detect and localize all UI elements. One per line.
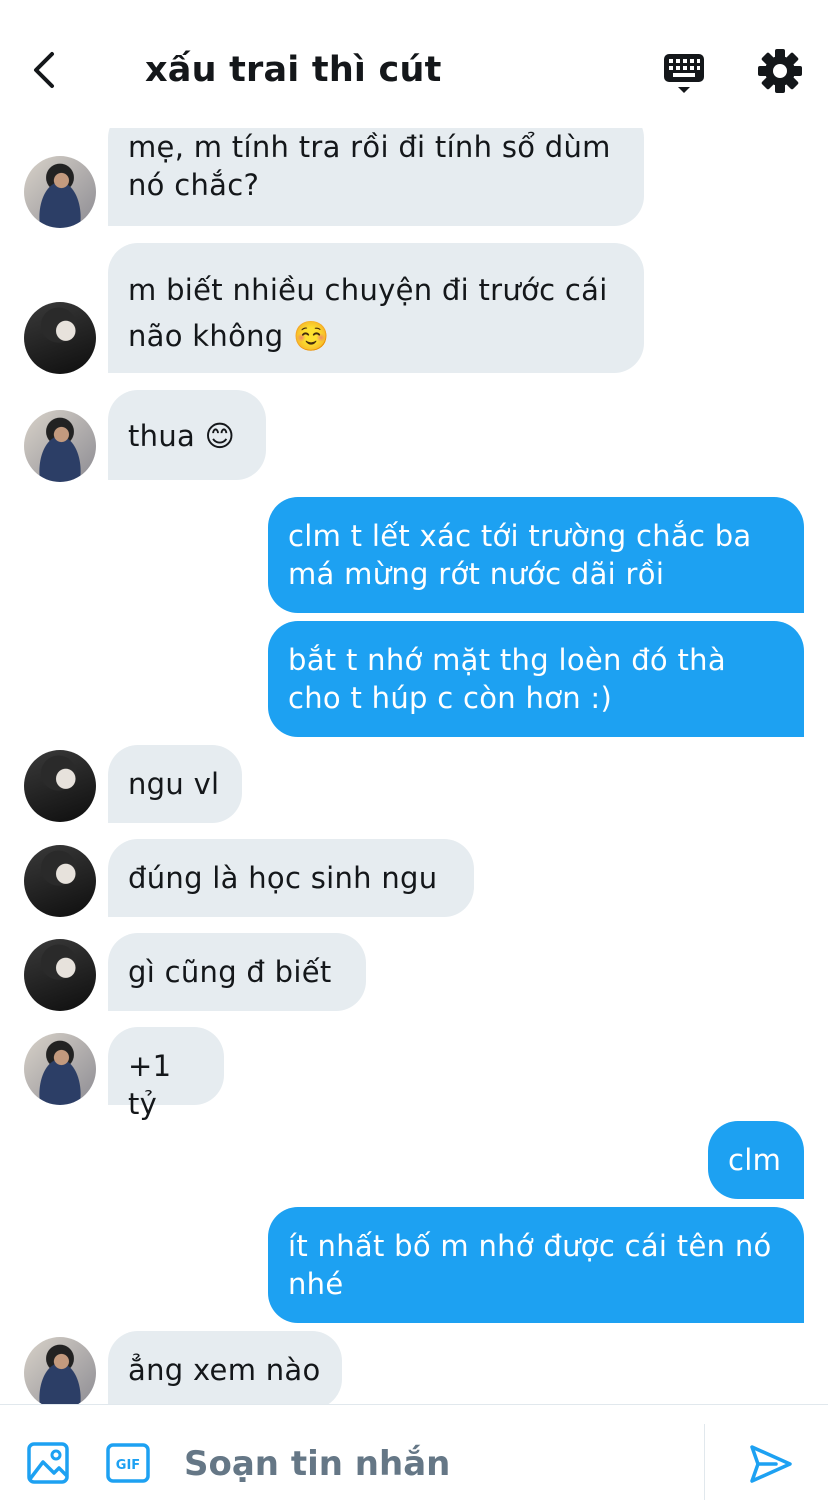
composer-divider	[704, 1424, 705, 1500]
gear-icon	[758, 49, 802, 93]
message-text: mẹ, m tính tra rồi đi tính sổ dùm nó chắ…	[128, 130, 611, 202]
message-text: clm	[728, 1143, 782, 1177]
message-text: đúng là học sinh ngu	[128, 861, 438, 895]
avatar[interactable]	[24, 302, 96, 374]
message-text: +1 tỷ	[128, 1049, 172, 1121]
message-text: bắt t nhớ mặt thg loèn đó thà cho t húp …	[288, 643, 726, 715]
avatar[interactable]	[24, 156, 96, 228]
message-bubble-incoming[interactable]: +1 tỷ	[108, 1027, 224, 1121]
settings-button[interactable]	[756, 46, 804, 96]
chevron-left-icon	[34, 52, 54, 88]
avatar[interactable]	[24, 1033, 96, 1105]
message-bubble-incoming[interactable]: ẳng xem nào	[108, 1331, 342, 1404]
keyboard-shortcuts-button[interactable]	[660, 50, 708, 98]
message-text: m biết nhiều chuyện đi trước cái não khô…	[128, 273, 608, 353]
avatar[interactable]	[24, 845, 96, 917]
message-bubble-incoming[interactable]: đúng là học sinh ngu	[108, 839, 474, 917]
message-text: ẳng xem nào	[128, 1353, 321, 1387]
message-text: ít nhất bố m nhớ được cái tên nó nhé	[288, 1229, 772, 1301]
add-gif-button[interactable]: GIF	[106, 1443, 150, 1483]
avatar[interactable]	[24, 1337, 96, 1404]
message-list[interactable]: mẹ, m tính tra rồi đi tính sổ dùm nó chắ…	[0, 0, 828, 1404]
message-text: gì cũng đ biết	[128, 955, 332, 989]
message-bubble-outgoing[interactable]: ít nhất bố m nhớ được cái tên nó nhé	[268, 1207, 804, 1323]
gif-label: GIF	[116, 1458, 140, 1473]
message-text: ngu vl	[128, 767, 220, 801]
message-bubble-outgoing[interactable]: bắt t nhớ mặt thg loèn đó thà cho t húp …	[268, 621, 804, 737]
keyboard-icon	[664, 54, 704, 93]
message-bubble-incoming[interactable]: ngu vl	[108, 745, 242, 823]
avatar[interactable]	[24, 939, 96, 1011]
message-bubble-outgoing[interactable]: clm	[708, 1121, 804, 1199]
message-text: clm t lết xác tới trường chắc ba má mừng…	[288, 519, 752, 591]
message-bubble-outgoing[interactable]: clm t lết xác tới trường chắc ba má mừng…	[268, 497, 804, 613]
message-input[interactable]	[184, 1439, 684, 1489]
gif-icon: GIF	[106, 1443, 150, 1483]
add-image-button[interactable]	[26, 1441, 70, 1485]
back-button[interactable]	[24, 48, 68, 92]
image-icon	[27, 1442, 69, 1484]
avatar[interactable]	[24, 750, 96, 822]
conversation-title[interactable]: xấu trai thì cút	[145, 50, 442, 90]
message-bubble-incoming[interactable]: m biết nhiều chuyện đi trước cái não khô…	[108, 243, 644, 373]
message-text: thua 😊	[128, 419, 236, 453]
conversation-header: xấu trai thì cút	[0, 0, 828, 128]
send-button[interactable]	[748, 1441, 794, 1487]
message-bubble-incoming[interactable]: gì cũng đ biết	[108, 933, 366, 1011]
avatar[interactable]	[24, 410, 96, 482]
send-icon	[750, 1445, 792, 1483]
message-bubble-incoming[interactable]: thua 😊	[108, 390, 266, 480]
